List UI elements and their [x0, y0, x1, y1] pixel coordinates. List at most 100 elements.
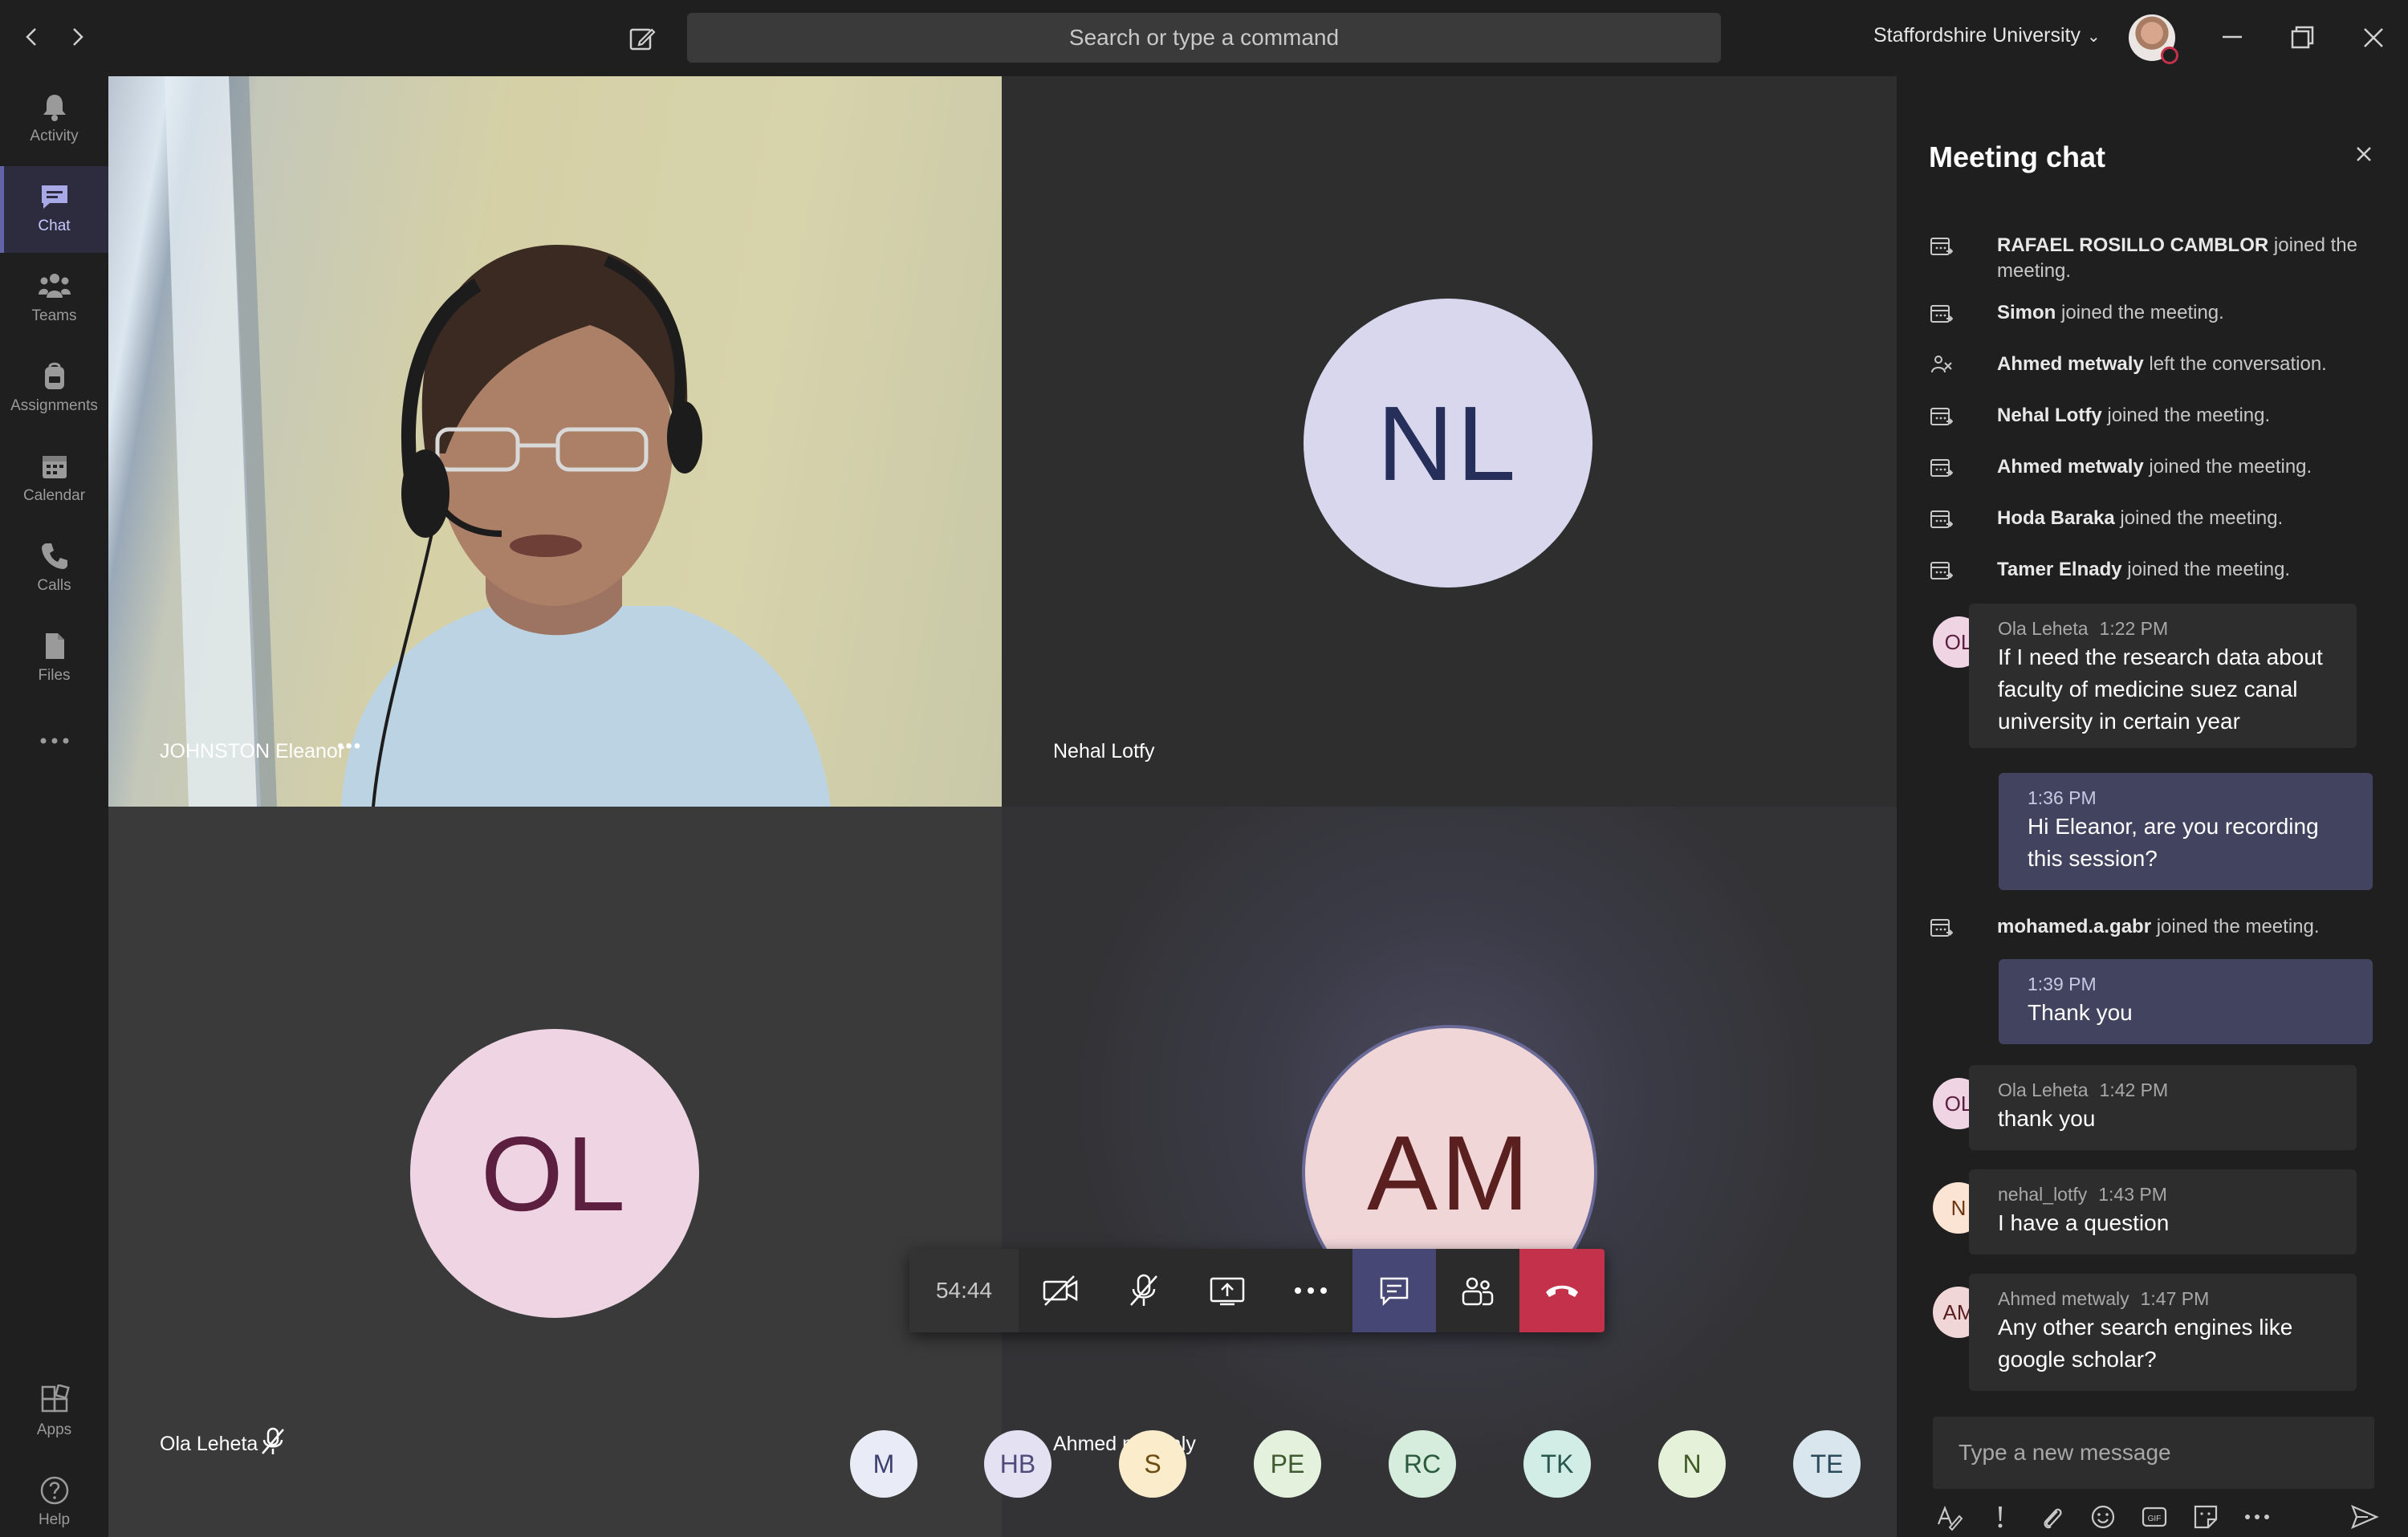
message-input[interactable]: Type a new message — [1933, 1417, 2374, 1489]
chat-message[interactable]: Ola Leheta 1:42 PM thank you — [1969, 1065, 2357, 1150]
participant-chip[interactable]: PE — [1254, 1430, 1321, 1498]
video-tile-johnston-eleanor[interactable]: JOHNSTON Eleanor ••• — [108, 76, 1002, 807]
participant-name: JOHNSTON Eleanor — [160, 740, 345, 762]
my-chat-message[interactable]: 1:39 PM Thank you — [1999, 959, 2373, 1044]
search-input[interactable]: Search or type a command — [687, 13, 1721, 63]
minimize-button[interactable] — [2212, 18, 2252, 58]
participant-chip[interactable]: RC — [1389, 1430, 1456, 1498]
system-message-text: joined the meeting. — [2056, 302, 2224, 323]
back-button[interactable] — [18, 22, 47, 51]
rail-item-chat[interactable]: Chat — [0, 166, 108, 253]
attach-button[interactable] — [2036, 1501, 2068, 1533]
sticker-button[interactable] — [2190, 1501, 2222, 1533]
rail-item-apps[interactable]: Apps — [0, 1370, 108, 1457]
forward-button[interactable] — [63, 22, 92, 51]
restore-icon — [2291, 26, 2314, 49]
close-window-button[interactable] — [2353, 18, 2394, 58]
mic-toggle-button[interactable] — [1102, 1249, 1186, 1332]
hangup-icon — [1546, 1285, 1578, 1297]
chat-message[interactable]: Ahmed metwaly 1:47 PM Any other search en… — [1969, 1274, 2357, 1391]
rail-label-calendar: Calendar — [22, 487, 86, 504]
chat-message[interactable]: nehal_lotfy 1:43 PM I have a question — [1969, 1169, 2357, 1254]
rail-item-calls[interactable]: Calls — [0, 526, 108, 612]
apps-icon — [41, 1385, 70, 1413]
video-tile-ahmed-metwaly[interactable]: AM Ahmed metwaly — [1002, 807, 1897, 1537]
system-message-text: joined the meeting. — [2121, 559, 2291, 580]
participant-chip[interactable]: TK — [1523, 1430, 1591, 1498]
rail-label-activity: Activity — [30, 128, 79, 144]
chip-initials: RC — [1403, 1449, 1442, 1478]
more-icon — [2245, 1515, 2269, 1519]
message-time: 1:43 PM — [2098, 1184, 2167, 1205]
chip-initials: HB — [999, 1449, 1036, 1478]
message-text: thank you — [1998, 1106, 2096, 1131]
rail-item-files[interactable]: Files — [0, 616, 108, 702]
share-screen-icon — [1210, 1277, 1245, 1306]
avatar-initials: NL — [1304, 299, 1592, 588]
close-icon — [2357, 147, 2371, 161]
chevron-left-icon — [26, 28, 36, 46]
important-button[interactable] — [1984, 1501, 2016, 1533]
my-chat-message[interactable]: 1:36 PM Hi Eleanor, are you recording th… — [1999, 773, 2373, 890]
participant-chip[interactable]: TE — [1793, 1430, 1861, 1498]
mic-off-icon — [262, 1427, 284, 1454]
camera-off-icon — [1043, 1275, 1078, 1306]
emoji-icon — [2091, 1505, 2115, 1529]
gif-button[interactable]: GIF — [2138, 1501, 2170, 1533]
rail-label-help: Help — [38, 1511, 71, 1528]
org-switcher[interactable]: Staffordshire University ⌄ — [1873, 24, 2101, 47]
format-button[interactable] — [1933, 1501, 1965, 1533]
video-tile-ola-leheta[interactable]: OL Ola Leheta — [108, 807, 1002, 1537]
system-message-name: mohamed.a.gabr — [1997, 916, 2152, 937]
participant-chip[interactable]: S — [1119, 1430, 1186, 1498]
gif-icon: GIF — [2142, 1507, 2167, 1527]
participant-name: Nehal Lotfy — [1053, 740, 1155, 762]
chip-initials: M — [872, 1449, 895, 1478]
rail-label-chat: Chat — [38, 218, 71, 234]
show-chat-button[interactable] — [1352, 1249, 1436, 1332]
rail-item-more[interactable] — [0, 705, 108, 778]
show-participants-button[interactable] — [1436, 1249, 1519, 1332]
rail-item-activity[interactable]: Activity — [0, 76, 108, 163]
hangup-button[interactable] — [1519, 1249, 1605, 1332]
share-screen-button[interactable] — [1186, 1249, 1269, 1332]
close-chat-button[interactable] — [2350, 140, 2377, 168]
chip-initials: TK — [1540, 1449, 1574, 1478]
new-chat-button[interactable] — [626, 22, 658, 55]
gif-label: GIF — [2148, 1515, 2162, 1523]
emoji-button[interactable] — [2087, 1501, 2119, 1533]
rail-label-files: Files — [38, 667, 71, 684]
rail-item-teams[interactable]: Teams — [0, 256, 108, 343]
compose-icon — [629, 28, 656, 51]
profile-avatar[interactable] — [2129, 14, 2178, 64]
video-tile-nehal-lotfy[interactable]: NL Nehal Lotfy — [1002, 76, 1897, 807]
chevron-right-icon — [73, 28, 83, 46]
system-message-name: RAFAEL ROSILLO CAMBLOR — [1997, 234, 2269, 256]
rail-item-calendar[interactable]: Calendar — [0, 436, 108, 522]
message-time: 1:42 PM — [2099, 1080, 2169, 1100]
chip-initials: S — [1144, 1449, 1161, 1478]
participant-chip[interactable]: M — [850, 1430, 917, 1498]
camera-toggle-button[interactable] — [1019, 1249, 1102, 1332]
chat-message[interactable]: Ola Leheta 1:22 PM If I need the research… — [1969, 604, 2357, 748]
message-author: nehal_lotfy — [1998, 1184, 2088, 1205]
participant-chip[interactable]: HB — [984, 1430, 1051, 1498]
participant-more-button[interactable]: ••• — [337, 735, 362, 758]
participant-name: Ola Leheta — [160, 1433, 258, 1455]
participant-chip[interactable]: N — [1658, 1430, 1726, 1498]
sticker-icon — [2194, 1505, 2218, 1529]
rail-item-help[interactable]: Help — [0, 1460, 108, 1537]
rail-item-assignments[interactable]: Assignments — [0, 346, 108, 433]
bell-icon — [43, 95, 66, 121]
more-actions-button[interactable] — [1269, 1249, 1352, 1332]
join-icon — [1930, 562, 1953, 579]
call-controls: 54:44 — [909, 1249, 1605, 1332]
message-text: Thank you — [2028, 1000, 2133, 1025]
rail-label-calls: Calls — [37, 577, 71, 594]
send-button[interactable] — [2349, 1501, 2381, 1533]
compose-more-button[interactable] — [2241, 1501, 2273, 1533]
restore-button[interactable] — [2282, 18, 2322, 58]
help-icon — [40, 1476, 68, 1505]
system-message-text: joined the meeting. — [2114, 507, 2284, 529]
call-timer: 54:44 — [909, 1249, 1019, 1332]
